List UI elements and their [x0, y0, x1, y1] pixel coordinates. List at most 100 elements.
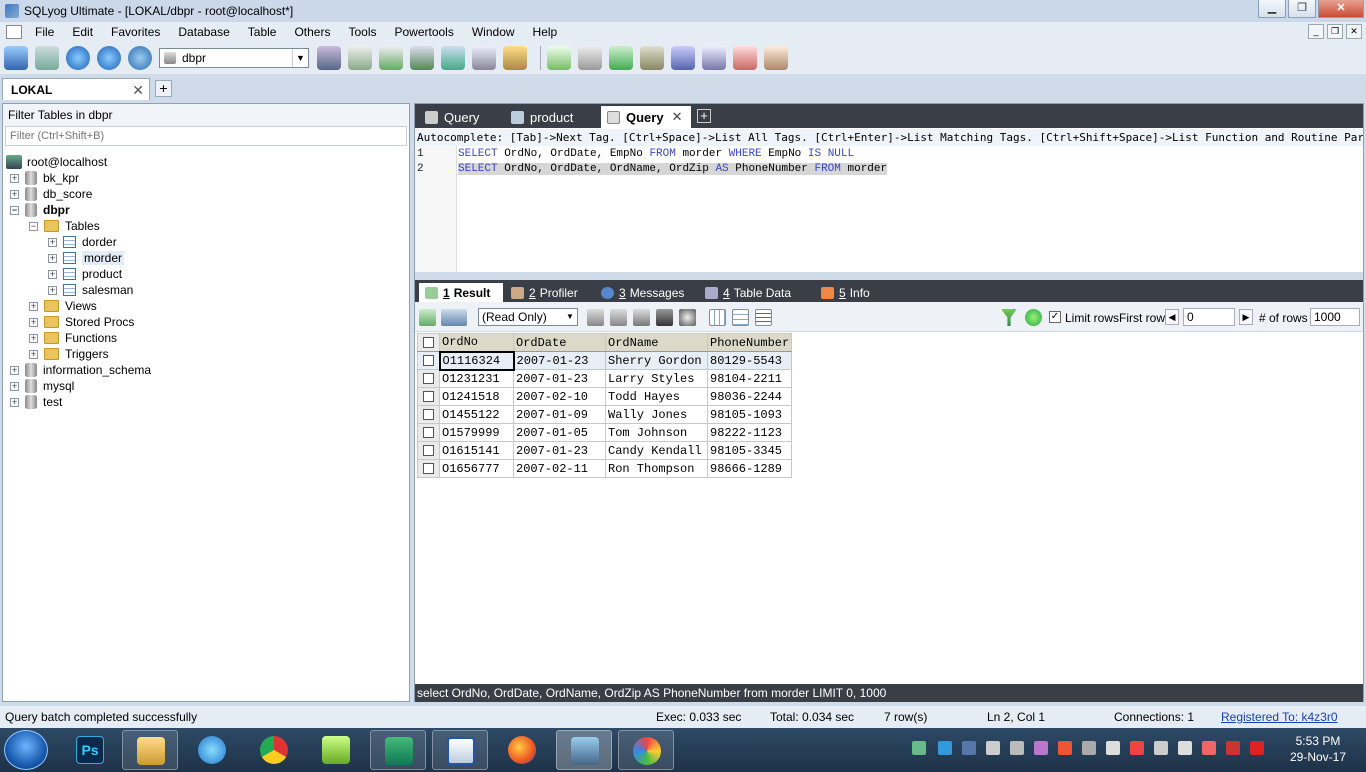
tree-folder-triggers[interactable]: + Triggers [29, 346, 109, 362]
new-query-icon[interactable] [35, 46, 59, 70]
grid-cell[interactable]: Tom Johnson [605, 423, 708, 442]
collapse-icon[interactable]: − [29, 221, 38, 231]
start-button[interactable] [4, 730, 48, 770]
grid-view-icon[interactable] [709, 309, 726, 326]
tree-db-dbpr[interactable]: − dbpr [10, 202, 70, 218]
grid-cell[interactable]: Candy Kendall [605, 441, 708, 460]
query-builder-icon[interactable] [547, 46, 571, 70]
tray-icon[interactable] [1226, 741, 1240, 755]
mdi-minimize-button[interactable]: _ [1308, 24, 1324, 39]
expand-icon[interactable]: + [10, 397, 19, 407]
tray-icon[interactable] [1034, 741, 1048, 755]
row-checkbox[interactable] [417, 441, 440, 460]
scheduled-jobs-icon[interactable] [671, 46, 695, 70]
taskbar-chrome[interactable] [246, 730, 302, 770]
table-row[interactable]: O1455122 2007-01-09 Wally Jones 98105-1093 [417, 405, 793, 424]
grid-cell[interactable]: O1615141 [439, 441, 514, 460]
menu-help[interactable]: Help [524, 25, 567, 39]
limit-rows-checkbox[interactable]: ✓ [1049, 311, 1061, 323]
sql-editor[interactable]: 1 2 SELECT OrdNo, OrdDate, EmpNo FROM mo… [415, 146, 1363, 272]
grid-cell[interactable]: Sherry Gordon [605, 351, 708, 370]
delete-icon[interactable] [656, 309, 673, 326]
menu-powertools[interactable]: Powertools [385, 25, 462, 39]
filter-tables-input[interactable] [5, 126, 407, 146]
column-header[interactable]: OrdName [605, 333, 708, 352]
tab-product[interactable]: product [505, 106, 597, 128]
tree-db-bk-kpr[interactable]: + bk_kpr [10, 170, 79, 186]
grid-cell[interactable]: Todd Hayes [605, 387, 708, 406]
database-selector[interactable]: dbpr ▼ [159, 48, 309, 68]
tree-table-dorder[interactable]: + dorder [48, 234, 117, 250]
tray-icon[interactable] [1106, 741, 1120, 755]
row-checkbox[interactable] [417, 459, 440, 478]
create-table-icon[interactable] [379, 46, 403, 70]
query-profiler-icon[interactable] [764, 46, 788, 70]
next-page-button[interactable]: ▶ [1239, 309, 1253, 325]
tree-db-information-schema[interactable]: + information_schema [10, 362, 151, 378]
expand-icon[interactable]: + [29, 317, 38, 327]
grid-cell[interactable]: 2007-01-23 [513, 369, 606, 388]
grid-cell[interactable]: 2007-01-09 [513, 405, 606, 424]
tray-icon[interactable] [986, 741, 1000, 755]
menu-table[interactable]: Table [239, 25, 286, 39]
tab-result[interactable]: 1 Result [419, 283, 503, 302]
close-icon[interactable]: ✕ [672, 109, 683, 125]
maximize-button[interactable]: ❐ [1288, 0, 1316, 18]
menu-file[interactable]: File [26, 25, 63, 39]
monitor-icon[interactable] [702, 46, 726, 70]
expand-icon[interactable]: + [10, 173, 19, 183]
form-view-icon[interactable] [732, 309, 749, 326]
grid-cell[interactable]: 98222-1123 [706, 423, 793, 442]
menu-edit[interactable]: Edit [63, 25, 102, 39]
grid-cell[interactable]: 2007-02-11 [513, 459, 606, 478]
taskbar-app-green[interactable] [308, 730, 364, 770]
expand-icon[interactable]: + [48, 269, 57, 279]
data-sync-icon[interactable] [609, 46, 633, 70]
tree-db-db-score[interactable]: + db_score [10, 186, 92, 202]
grid-cell[interactable]: 2007-01-05 [513, 423, 606, 442]
grid-cell[interactable]: Ron Thompson [605, 459, 708, 478]
close-button[interactable]: ✕ [1318, 0, 1364, 18]
expand-icon[interactable]: + [48, 253, 57, 263]
taskbar-ie[interactable] [184, 730, 240, 770]
tree-db-mysql[interactable]: + mysql [10, 378, 74, 394]
create-database-icon[interactable] [348, 46, 372, 70]
text-view-icon[interactable] [755, 309, 772, 326]
adobe-icon[interactable] [1250, 741, 1264, 755]
document-icon[interactable] [6, 25, 22, 39]
filter-icon[interactable] [1001, 309, 1017, 326]
structure-compare-icon[interactable] [733, 46, 757, 70]
grid-cell[interactable]: 98036-2244 [706, 387, 793, 406]
column-header[interactable]: PhoneNumber [706, 333, 793, 352]
import-icon[interactable] [441, 46, 465, 70]
row-checkbox[interactable] [417, 351, 440, 370]
grid-cell[interactable]: O1241518 [439, 387, 514, 406]
close-icon[interactable]: ✕ [132, 82, 144, 99]
schema-designer-icon[interactable] [503, 46, 527, 70]
refresh-icon[interactable] [1025, 309, 1042, 326]
grid-cell[interactable]: 98105-1093 [706, 405, 793, 424]
menu-database[interactable]: Database [169, 25, 238, 39]
expand-icon[interactable]: + [10, 365, 19, 375]
expand-icon[interactable]: + [29, 349, 38, 359]
read-only-select[interactable]: (Read Only) ▼ [478, 308, 578, 326]
table-icon[interactable] [472, 46, 496, 70]
previous-page-button[interactable]: ◀ [1165, 309, 1179, 325]
tree-folder-views[interactable]: + Views [29, 298, 97, 314]
menu-tools[interactable]: Tools [339, 25, 385, 39]
tree-folder-stored-procs[interactable]: + Stored Procs [29, 314, 134, 330]
insert-row-icon[interactable] [587, 309, 604, 326]
volume-icon[interactable] [1154, 741, 1168, 755]
grid-cell[interactable]: O1116324 [438, 350, 515, 371]
select-all-checkbox[interactable] [417, 333, 440, 352]
expand-icon[interactable]: + [10, 381, 19, 391]
minimize-button[interactable]: ▁ [1258, 0, 1286, 18]
expand-icon[interactable]: + [48, 237, 57, 247]
add-connection-button[interactable]: + [155, 80, 172, 97]
tab-table-data[interactable]: 4 Table Data [699, 283, 809, 302]
schema-sync-icon[interactable] [578, 46, 602, 70]
tray-icon[interactable] [938, 741, 952, 755]
backup-icon[interactable] [410, 46, 434, 70]
grid-cell[interactable]: O1231231 [439, 369, 514, 388]
table-row[interactable]: O1579999 2007-01-05 Tom Johnson 98222-1123 [417, 423, 793, 442]
